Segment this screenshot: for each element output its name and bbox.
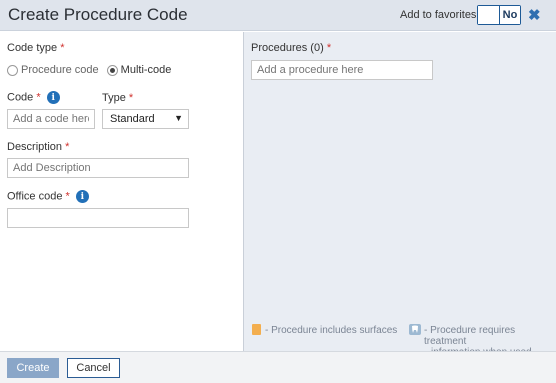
code-type-label: Code type * — [7, 42, 65, 54]
description-input[interactable] — [7, 158, 189, 178]
description-label: Description * — [7, 141, 69, 153]
required-mark: * — [128, 92, 134, 104]
required-mark: * — [65, 190, 70, 203]
type-select-value: Standard — [110, 113, 155, 125]
legend-treatment-line1: - Procedure requires treatment — [424, 325, 516, 347]
surfaces-swatch-icon — [252, 324, 261, 335]
radio-procedure-code-label[interactable]: Procedure code — [21, 64, 99, 76]
create-procedure-code-dialog: Create Procedure Code Add to favorites N… — [0, 0, 556, 383]
cancel-button[interactable]: Cancel — [67, 358, 120, 378]
procedures-label: Procedures (0) * — [251, 42, 331, 54]
type-label-text: Type — [102, 92, 126, 104]
dialog-footer: Create Cancel — [0, 351, 556, 383]
legend-surfaces: - Procedure includes surfaces — [265, 325, 398, 336]
code-label-text: Code — [7, 91, 34, 104]
dialog-title: Create Procedure Code — [8, 5, 188, 24]
required-mark: * — [326, 42, 332, 54]
office-code-label: Office code * i — [7, 190, 89, 203]
code-type-label-text: Code type — [7, 42, 58, 54]
office-code-label-text: Office code — [7, 190, 63, 203]
tooth-icon — [409, 324, 421, 335]
required-mark: * — [60, 42, 65, 54]
required-mark: * — [65, 141, 70, 153]
office-code-input[interactable] — [7, 208, 189, 228]
code-type-radio-group: Procedure code Multi-code — [7, 64, 171, 76]
radio-multi-code[interactable] — [106, 64, 118, 76]
type-label: Type * — [102, 92, 133, 104]
dialog-header: Create Procedure Code Add to favorites N… — [0, 0, 556, 31]
favorites-toggle[interactable]: No — [477, 5, 521, 25]
create-button[interactable]: Create — [7, 358, 59, 378]
add-to-favorites-label: Add to favorites — [400, 9, 477, 21]
procedure-search-input[interactable] — [251, 60, 433, 80]
code-label: Code * i — [7, 91, 60, 104]
info-icon[interactable]: i — [46, 91, 60, 104]
code-input[interactable] — [7, 109, 95, 129]
description-label-text: Description — [7, 141, 63, 153]
type-select[interactable]: Standard ▼ — [102, 109, 189, 129]
close-icon[interactable]: ✖ — [528, 6, 541, 24]
required-mark: * — [36, 91, 41, 104]
procedures-label-text: Procedures (0) — [251, 42, 324, 54]
caret-down-icon: ▼ — [174, 113, 183, 123]
radio-procedure-code[interactable] — [7, 64, 18, 76]
radio-multi-code-label[interactable]: Multi-code — [121, 64, 172, 76]
toggle-off-segment[interactable] — [478, 6, 499, 24]
toggle-value[interactable]: No — [499, 6, 520, 24]
info-icon[interactable]: i — [75, 190, 89, 203]
